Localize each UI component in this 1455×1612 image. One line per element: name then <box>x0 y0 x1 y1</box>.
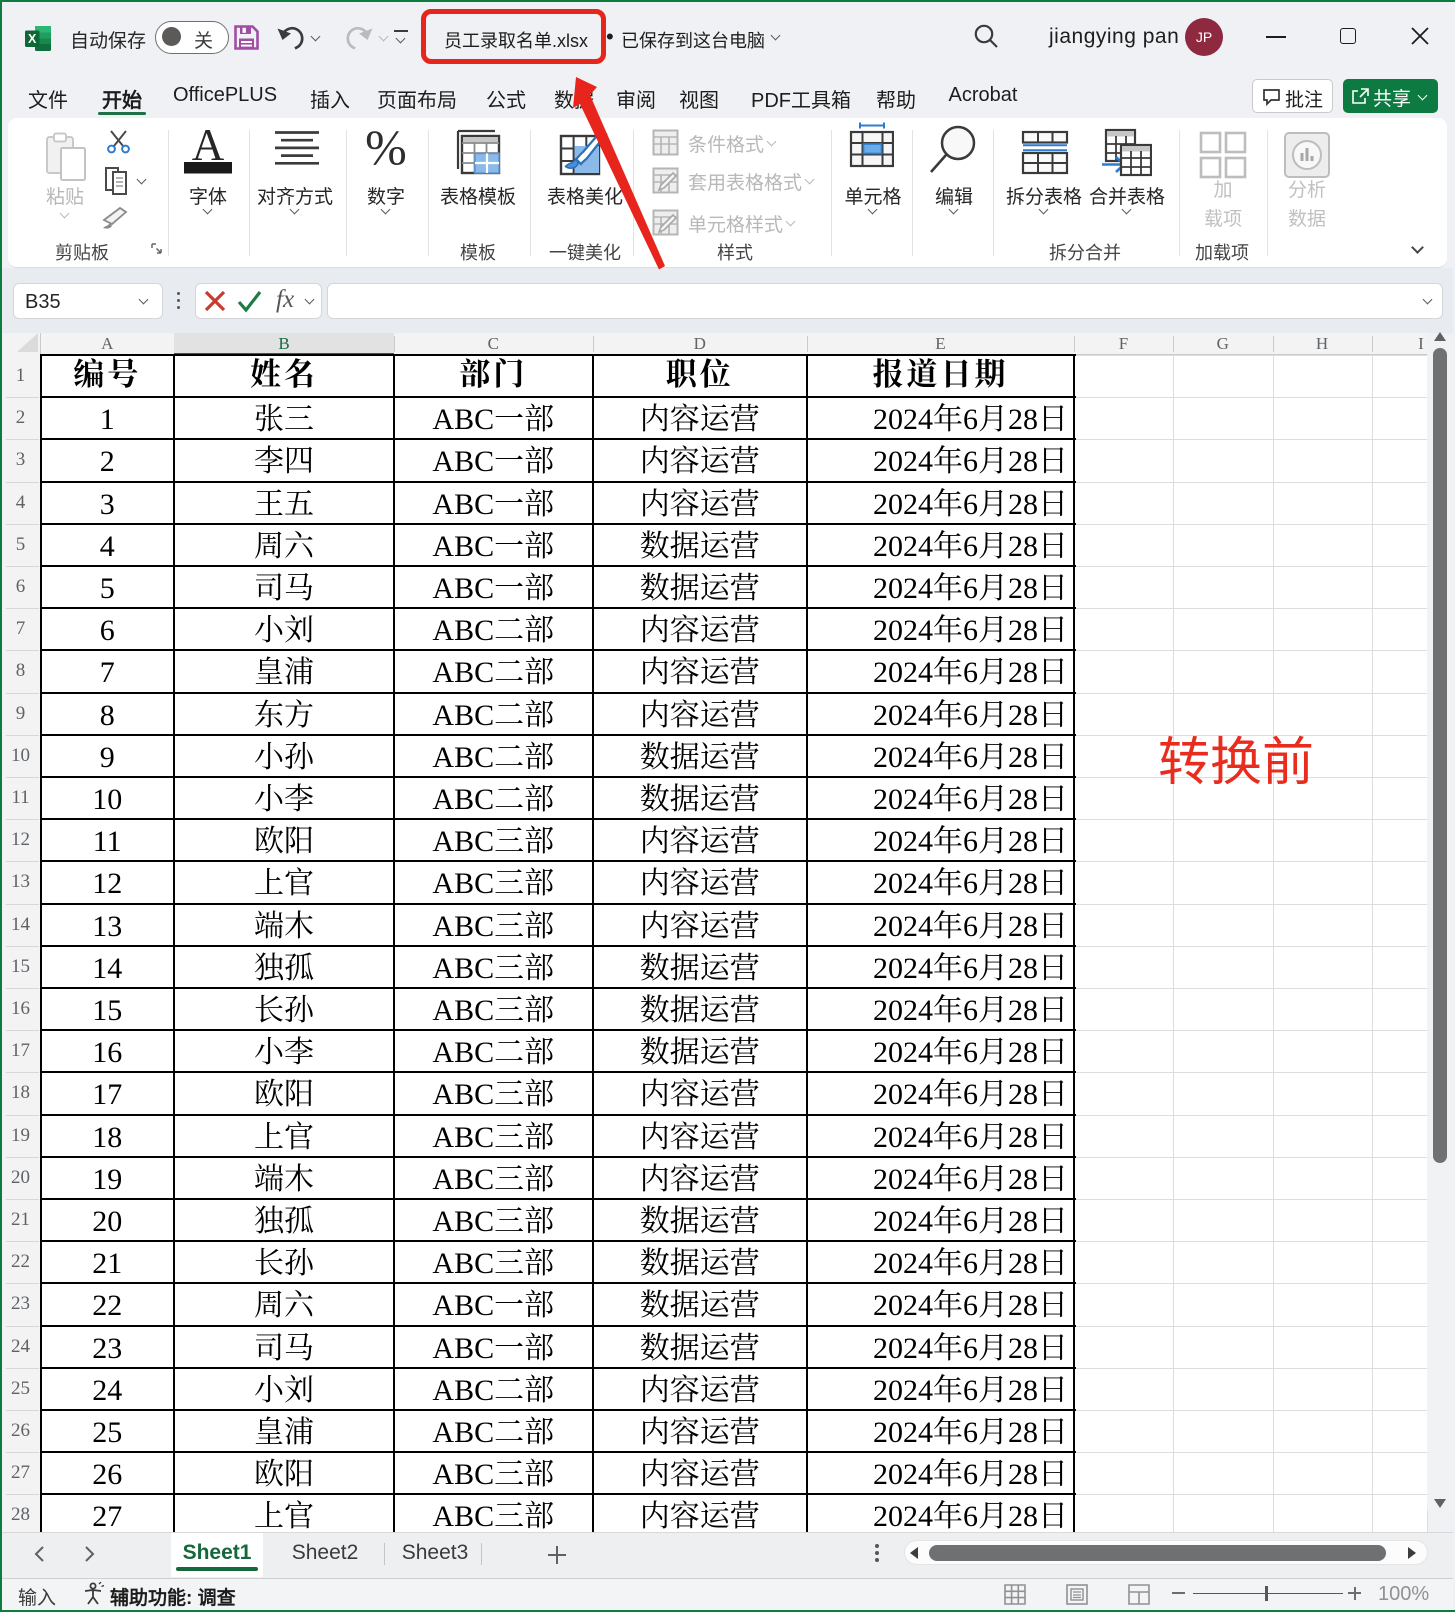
svg-text:X: X <box>28 32 37 46</box>
